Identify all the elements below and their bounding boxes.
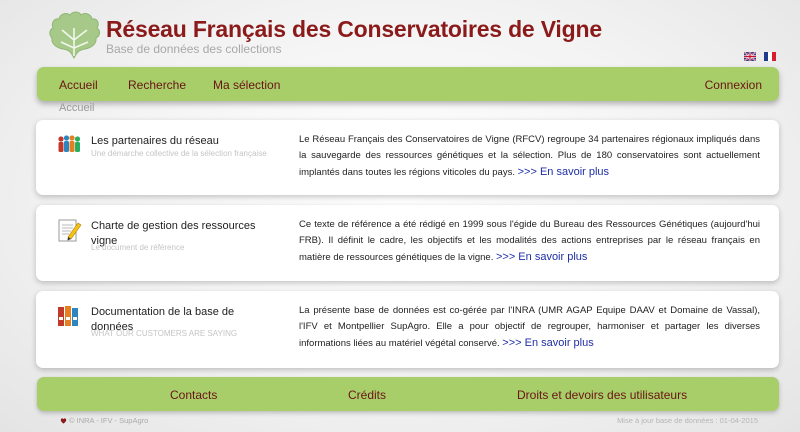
card-description: Ce texte de référence a été rédigé en 19… xyxy=(299,217,760,266)
learn-more-link[interactable]: >>> En savoir plus xyxy=(496,251,587,263)
small-leaf-icon xyxy=(60,418,67,424)
site-subtitle: Base de données des collections xyxy=(106,42,282,56)
card-subtitle: Une démarche collective de la sélection … xyxy=(91,149,267,158)
footer-contacts-link[interactable]: Contacts xyxy=(170,388,217,402)
learn-more-link[interactable]: >>> En savoir plus xyxy=(502,337,593,349)
card-charte: Charte de gestion des ressources vigne L… xyxy=(36,205,779,281)
card-subtitle: Le document de référence xyxy=(91,243,185,252)
last-update: Mise à jour base de données : 01-04-2015 xyxy=(617,416,758,425)
footer-credits-link[interactable]: Crédits xyxy=(348,388,386,402)
nav-recherche[interactable]: Recherche xyxy=(128,78,186,92)
copyright: © INRA - IFV - SupAgro xyxy=(60,416,148,425)
english-flag-icon[interactable] xyxy=(744,52,756,61)
people-icon xyxy=(58,135,81,152)
main-nav: Accueil Recherche Ma sélection Connexion xyxy=(37,67,779,101)
nav-accueil[interactable]: Accueil xyxy=(59,78,98,92)
copyright-text: © INRA - IFV - SupAgro xyxy=(69,416,149,425)
card-title: Les partenaires du réseau xyxy=(91,135,219,147)
nav-ma-selection[interactable]: Ma sélection xyxy=(213,78,280,92)
breadcrumb: Accueil xyxy=(59,102,95,114)
card-description: Le Réseau Français des Conservatoires de… xyxy=(299,132,760,181)
login-link[interactable]: Connexion xyxy=(705,78,762,92)
site-title: Réseau Français des Conservatoires de Vi… xyxy=(106,16,602,42)
vine-leaf-icon xyxy=(49,11,100,60)
document-pencil-icon xyxy=(58,219,82,242)
french-flag-icon[interactable] xyxy=(764,52,776,61)
card-documentation: Documentation de la base de données WHAT… xyxy=(36,291,779,368)
card-subtitle: WHAT OUR CUSTOMERS ARE SAYING xyxy=(91,329,238,338)
footer-terms-link[interactable]: Droits et devoirs des utilisateurs xyxy=(517,388,687,402)
learn-more-link[interactable]: >>> En savoir plus xyxy=(518,166,609,178)
footer-nav: Contacts Crédits Droits et devoirs des u… xyxy=(37,377,779,411)
binders-icon xyxy=(58,306,78,326)
card-partenaires: Les partenaires du réseau Une démarche c… xyxy=(36,120,779,195)
card-description: La présente base de données est co-gérée… xyxy=(299,303,760,352)
